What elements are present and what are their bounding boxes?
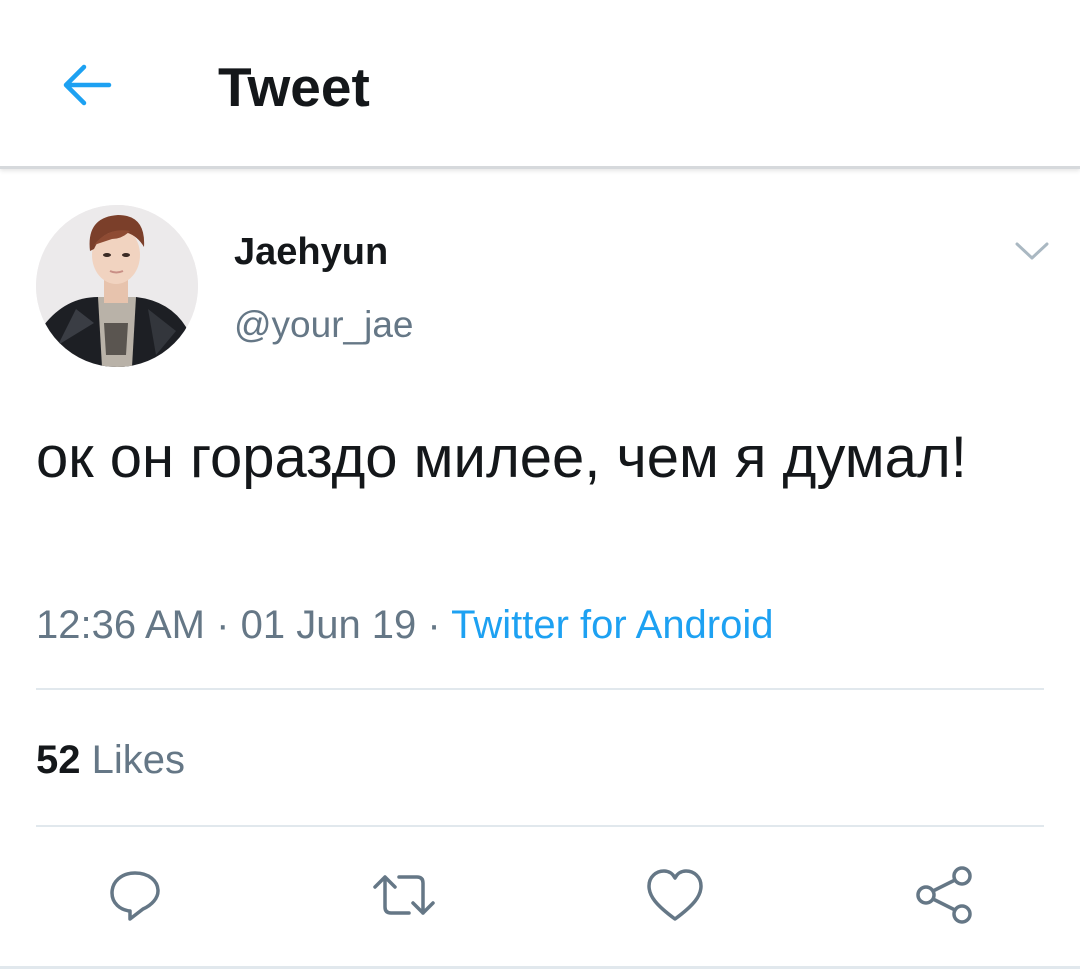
heart-icon: [647, 869, 703, 921]
meta-separator: ·: [427, 603, 441, 647]
avatar[interactable]: [36, 205, 198, 367]
reply-button[interactable]: [100, 860, 170, 930]
arrow-left-icon: [63, 64, 112, 106]
author-handle[interactable]: @your_jae: [234, 303, 414, 347]
back-button[interactable]: [50, 50, 120, 120]
tweet-menu-button[interactable]: [1008, 228, 1056, 276]
share-icon: [916, 866, 972, 924]
like-button[interactable]: [640, 860, 710, 930]
retweet-button[interactable]: [369, 860, 439, 930]
divider: [36, 688, 1044, 690]
divider: [36, 825, 1044, 827]
tweet-text: ок он гораздо милее, чем я думал!: [36, 425, 967, 490]
reply-icon: [110, 871, 160, 921]
likes-count: 52: [36, 738, 81, 782]
author-display-name[interactable]: Jaehyun: [234, 229, 388, 275]
chevron-down-icon: [1015, 242, 1049, 260]
meta-separator: ·: [216, 603, 230, 647]
share-button[interactable]: [909, 860, 979, 930]
likes-label: Likes: [91, 738, 186, 782]
top-app-bar: Tweet: [0, 0, 1080, 169]
tweet-date: 01 Jun 19: [240, 603, 417, 647]
tweet-source-link[interactable]: Twitter for Android: [451, 603, 773, 647]
tweet-meta: 12:36 AM · 01 Jun 19 · Twitter for Andro…: [36, 601, 774, 649]
page-title: Tweet: [218, 56, 370, 118]
tweet-time: 12:36 AM: [36, 603, 206, 647]
profile-photo-image: [36, 205, 198, 367]
bottom-divider: [0, 966, 1080, 969]
likes-stat[interactable]: 52 Likes: [36, 736, 185, 784]
retweet-icon: [373, 875, 435, 915]
